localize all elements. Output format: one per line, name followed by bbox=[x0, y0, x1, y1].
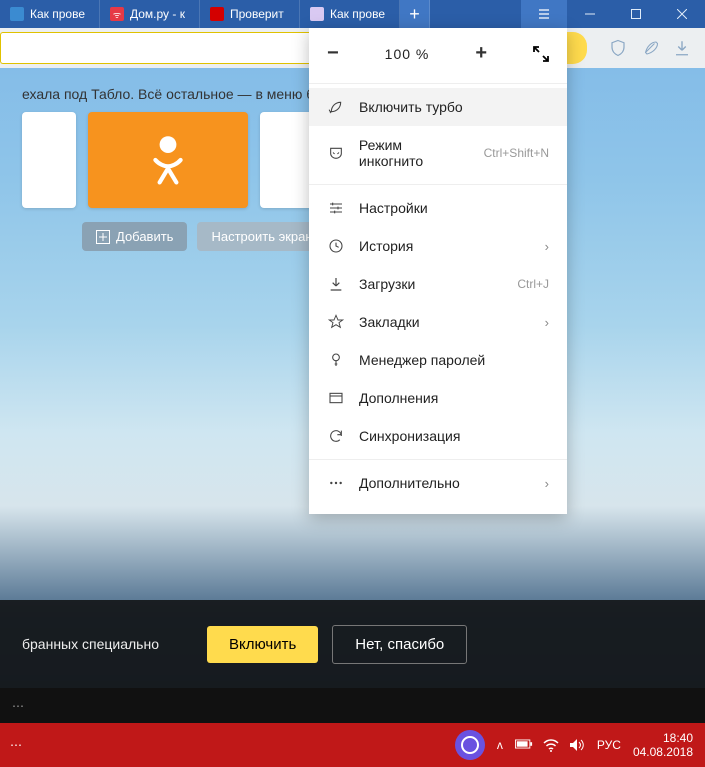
browser-menu: − 100 % + Включить турбо Режим инкогнито bbox=[309, 28, 567, 514]
menu-label: Включить турбо bbox=[359, 99, 463, 115]
plus-box-icon bbox=[96, 230, 110, 244]
promo-text: бранных специально bbox=[22, 636, 159, 652]
add-label: Добавить bbox=[116, 229, 173, 244]
tray-icons bbox=[515, 738, 585, 752]
tab-label: Дом.ру - к bbox=[130, 7, 185, 21]
download-icon bbox=[327, 276, 345, 292]
rocket-icon bbox=[327, 99, 345, 115]
minimize-button[interactable] bbox=[567, 0, 613, 28]
zoom-out-button[interactable]: − bbox=[327, 42, 339, 65]
speed-dial-tile[interactable] bbox=[22, 112, 76, 208]
tab-3[interactable]: Как прове bbox=[300, 0, 400, 28]
configure-label: Настроить экран bbox=[211, 229, 312, 244]
dots-icon bbox=[327, 475, 345, 491]
menu-item-incognito[interactable]: Режим инкогнито Ctrl+Shift+N bbox=[309, 126, 567, 180]
feather-icon[interactable] bbox=[641, 39, 659, 57]
star-icon bbox=[327, 314, 345, 330]
wifi-icon: ᯤ bbox=[110, 7, 124, 21]
tab-strip: Как прове ᯤ Дом.ру - к Проверит Как пров… bbox=[0, 0, 705, 28]
menu-label: Синхронизация bbox=[359, 428, 460, 444]
fullscreen-button[interactable] bbox=[533, 46, 549, 62]
clock-date: 04.08.2018 bbox=[633, 745, 693, 759]
zoom-row: − 100 % + bbox=[309, 28, 567, 79]
tab-0[interactable]: Как прове bbox=[0, 0, 100, 28]
shield-icon[interactable] bbox=[609, 39, 627, 57]
footer-dots: ⋯ bbox=[12, 699, 24, 713]
menu-item-sync[interactable]: Синхронизация bbox=[309, 417, 567, 455]
close-button[interactable] bbox=[659, 0, 705, 28]
clock-time: 18:40 bbox=[663, 731, 693, 745]
separator bbox=[309, 184, 567, 185]
separator bbox=[309, 83, 567, 84]
promo-decline-button[interactable]: Нет, спасибо bbox=[332, 625, 467, 664]
add-tile-button[interactable]: Добавить bbox=[82, 222, 187, 251]
menu-label: Закладки bbox=[359, 314, 420, 330]
cortana-button[interactable] bbox=[455, 730, 485, 760]
menu-label: Настройки bbox=[359, 200, 428, 216]
speed-dial-tile-ok[interactable] bbox=[88, 112, 248, 208]
taskbar-clock[interactable]: 18:40 04.08.2018 bbox=[633, 731, 693, 759]
mask-icon bbox=[327, 145, 345, 161]
window-icon bbox=[327, 390, 345, 406]
clock-icon bbox=[327, 238, 345, 254]
battery-icon[interactable] bbox=[515, 738, 533, 752]
new-tab-button[interactable]: + bbox=[400, 0, 430, 28]
promo-enable-button[interactable]: Включить bbox=[207, 626, 318, 663]
menu-item-settings[interactable]: Настройки bbox=[309, 189, 567, 227]
refresh-icon bbox=[327, 428, 345, 444]
promo-enable-label: Включить bbox=[229, 636, 296, 653]
sliders-icon bbox=[327, 200, 345, 216]
browser-menu-button[interactable] bbox=[521, 0, 567, 28]
window-controls bbox=[521, 0, 705, 28]
page-footer: ⋯ bbox=[0, 688, 705, 723]
taskbar-left: ⋯ bbox=[0, 738, 32, 752]
wifi-icon[interactable] bbox=[543, 738, 559, 752]
zoom-value: 100 % bbox=[385, 46, 430, 62]
tab-2[interactable]: Проверит bbox=[200, 0, 300, 28]
tab-label: Проверит bbox=[230, 7, 284, 21]
menu-label: Дополнения bbox=[359, 390, 438, 406]
taskbar: ⋯ ʌ РУС 18:40 04.08.2018 bbox=[0, 723, 705, 767]
downloads-icon[interactable] bbox=[673, 39, 691, 57]
keyboard-lang[interactable]: РУС bbox=[597, 738, 621, 752]
chevron-right-icon: › bbox=[545, 239, 549, 254]
favicon-icon bbox=[10, 7, 24, 21]
chevron-right-icon: › bbox=[545, 476, 549, 491]
volume-icon[interactable] bbox=[569, 738, 585, 752]
menu-label: История bbox=[359, 238, 413, 254]
menu-item-turbo[interactable]: Включить турбо bbox=[309, 88, 567, 126]
menu-item-passwords[interactable]: Менеджер паролей bbox=[309, 341, 567, 379]
zoom-in-button[interactable]: + bbox=[475, 42, 487, 65]
maximize-button[interactable] bbox=[613, 0, 659, 28]
menu-item-history[interactable]: История › bbox=[309, 227, 567, 265]
chevron-right-icon: › bbox=[545, 315, 549, 330]
menu-label: Загрузки bbox=[359, 276, 415, 292]
promo-decline-label: Нет, спасибо bbox=[355, 636, 444, 653]
menu-item-addons[interactable]: Дополнения bbox=[309, 379, 567, 417]
shortcut: Ctrl+J bbox=[517, 277, 549, 291]
favicon-icon bbox=[210, 7, 224, 21]
tab-label: Как прове bbox=[30, 7, 85, 21]
tray-chevron-up-icon[interactable]: ʌ bbox=[497, 738, 503, 752]
menu-label: Менеджер паролей bbox=[359, 352, 485, 368]
menu-item-downloads[interactable]: Загрузки Ctrl+J bbox=[309, 265, 567, 303]
shortcut: Ctrl+Shift+N bbox=[484, 146, 549, 160]
odnoklassniki-icon bbox=[146, 132, 190, 188]
tab-1[interactable]: ᯤ Дом.ру - к bbox=[100, 0, 200, 28]
tab-label: Как прове bbox=[330, 7, 385, 21]
menu-label: Дополнительно bbox=[359, 475, 460, 491]
separator bbox=[309, 459, 567, 460]
menu-item-bookmarks[interactable]: Закладки › bbox=[309, 303, 567, 341]
plus-icon: + bbox=[409, 4, 420, 25]
menu-item-more[interactable]: Дополнительно › bbox=[309, 464, 567, 502]
configure-screen-button[interactable]: Настроить экран bbox=[197, 222, 326, 251]
menu-label: Режим инкогнито bbox=[359, 137, 470, 169]
key-icon bbox=[327, 352, 345, 368]
favicon-icon bbox=[310, 7, 324, 21]
speed-dial-tile[interactable] bbox=[260, 112, 314, 208]
promo-bar: бранных специально Включить Нет, спасибо bbox=[0, 600, 705, 688]
